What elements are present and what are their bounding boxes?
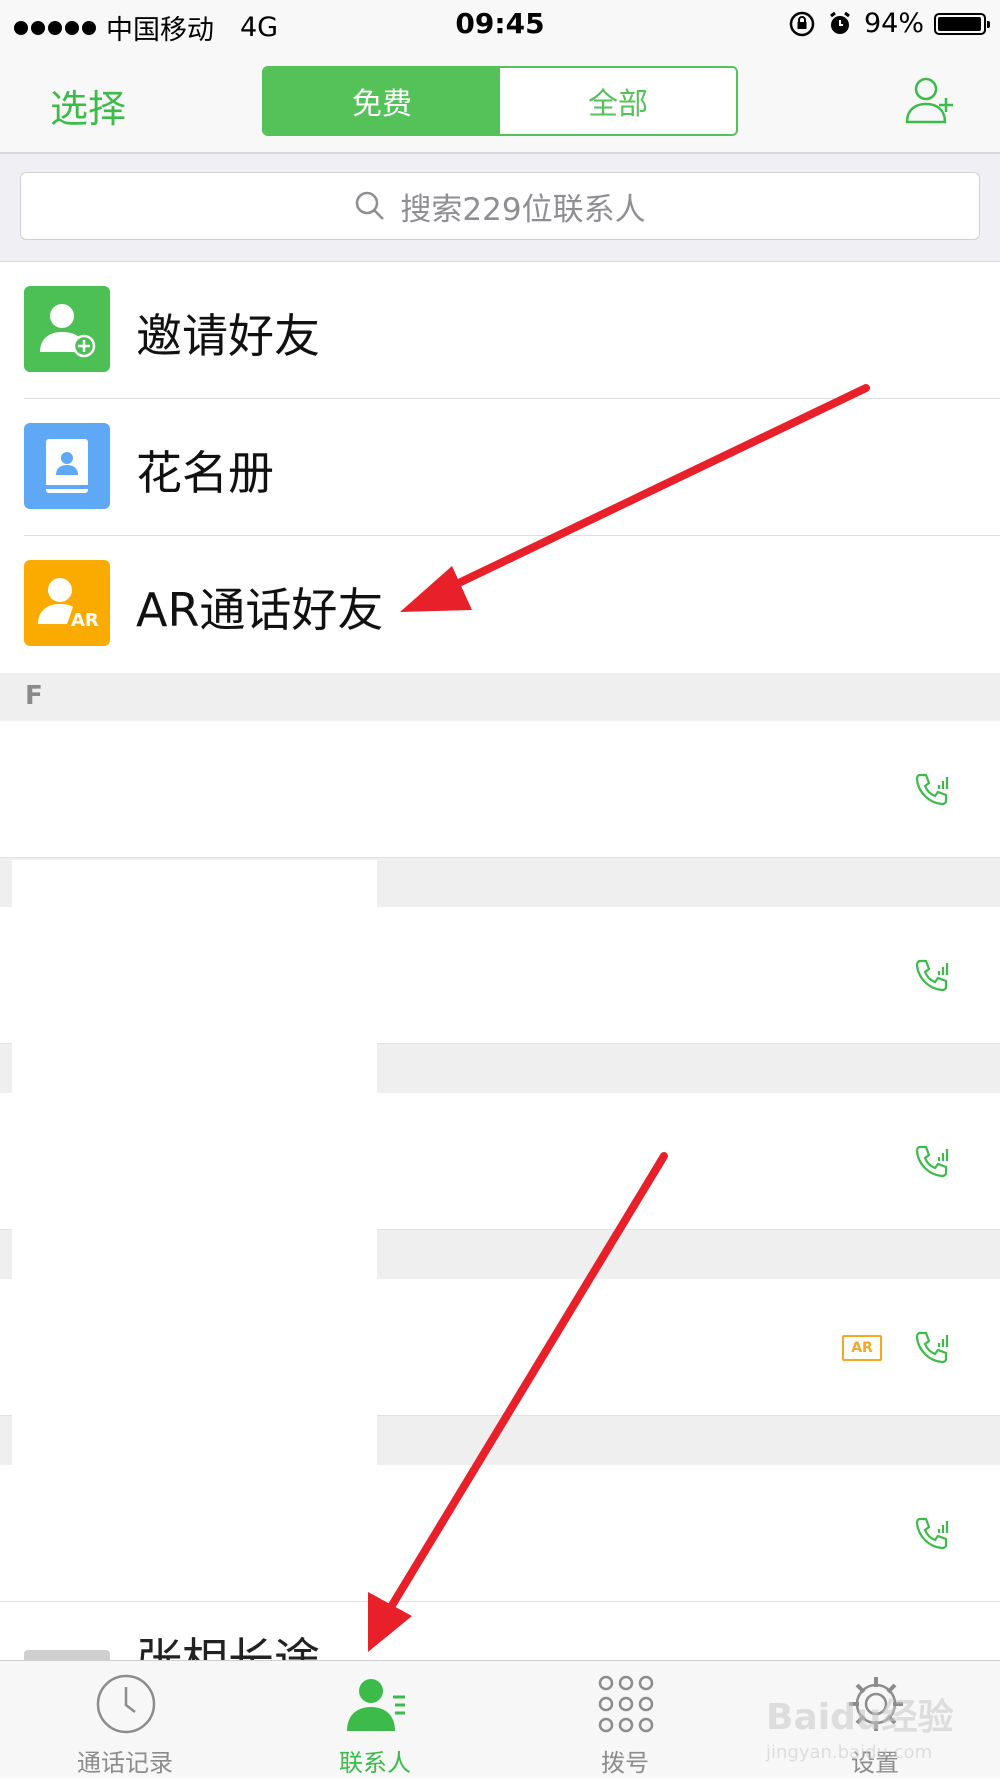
watermark: Baidu经验 jingyan.baidu.com — [766, 1688, 953, 1763]
contact-row-partial[interactable]: 张相长途 — [0, 1604, 1000, 1660]
watermark-url: jingyan.baidu.com — [766, 1742, 933, 1763]
battery-percent: 94% — [863, 8, 924, 39]
invite-friends-row[interactable]: 邀请好友 — [0, 262, 1000, 399]
roster-book-icon — [24, 423, 110, 509]
ar-badge: AR — [842, 1335, 882, 1361]
segment-free[interactable]: 免费 — [264, 68, 500, 134]
watermark-brand: Baidu经验 — [766, 1697, 954, 1738]
clock-icon — [96, 1674, 156, 1734]
status-bar: 中国移动 4G 09:45 94% — [0, 0, 1000, 50]
battery-icon — [934, 12, 990, 35]
avatar — [24, 1650, 110, 1660]
search-icon — [356, 191, 385, 220]
section-header-f: F — [0, 673, 1000, 721]
contacts-icon — [347, 1679, 405, 1731]
add-contact-icon[interactable] — [902, 72, 958, 128]
free-call-icon[interactable] — [912, 1327, 952, 1367]
ar-friends-label: AR通话好友 — [136, 583, 384, 637]
free-call-icon[interactable] — [912, 769, 952, 809]
segmented-control: 免费 全部 — [262, 66, 738, 136]
svg-text:AR: AR — [71, 610, 99, 631]
tab-contacts[interactable]: 联系人 — [250, 1661, 500, 1779]
free-call-icon[interactable] — [912, 1513, 952, 1553]
row-divider — [0, 1601, 1000, 1602]
contact-name: 张相长途 — [136, 1633, 320, 1660]
alarm-icon — [830, 11, 850, 34]
dialpad-icon — [598, 1675, 654, 1733]
invite-friends-label: 邀请好友 — [136, 309, 320, 363]
ar-friends-row[interactable]: AR AR通话好友 — [0, 536, 1000, 673]
free-call-icon[interactable] — [912, 1141, 952, 1181]
search-placeholder: 搜索229位联系人 — [400, 191, 646, 228]
roster-label: 花名册 — [136, 446, 274, 500]
section-letter: F — [25, 681, 43, 711]
contact-row[interactable] — [0, 721, 1000, 858]
tab-label: 联系人 — [339, 1749, 411, 1777]
ar-friend-icon: AR — [24, 560, 110, 646]
segment-all[interactable]: 全部 — [500, 68, 736, 134]
tab-label: 拨号 — [601, 1749, 649, 1777]
search-area: 搜索229位联系人 — [0, 154, 1000, 262]
tab-dialpad[interactable]: 拨号 — [500, 1661, 750, 1779]
tab-call-history[interactable]: 通话记录 — [0, 1661, 250, 1779]
free-call-icon[interactable] — [912, 955, 952, 995]
tab-label: 通话记录 — [77, 1749, 173, 1777]
roster-row[interactable]: 花名册 — [0, 399, 1000, 536]
invite-friend-icon — [24, 286, 110, 372]
select-button[interactable]: 选择 — [50, 78, 126, 133]
redacted-area — [12, 860, 377, 1560]
nav-bar: 选择 免费 全部 — [0, 50, 1000, 154]
search-input[interactable]: 搜索229位联系人 — [20, 172, 980, 240]
rotation-lock-icon — [789, 11, 815, 36]
